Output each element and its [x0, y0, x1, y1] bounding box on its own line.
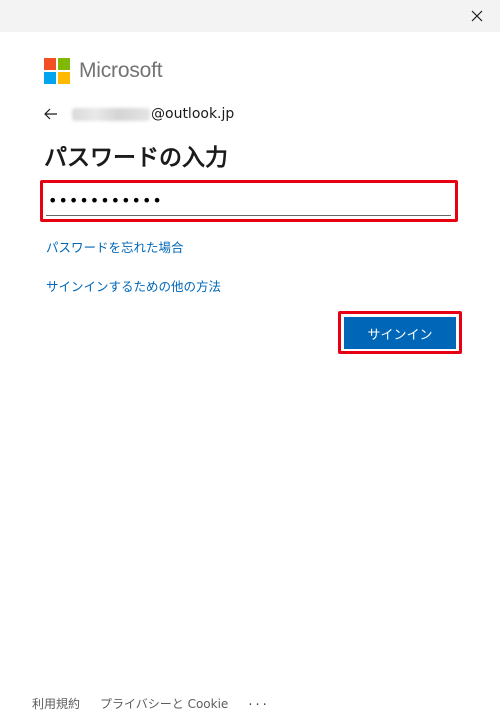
- sign-in-button[interactable]: サインイン: [344, 317, 456, 349]
- email-domain: @outlook.jp: [151, 106, 235, 122]
- back-button[interactable]: [44, 104, 64, 124]
- more-options-button[interactable]: ...: [248, 694, 269, 709]
- brand-name: Microsoft: [79, 59, 163, 82]
- page-title: パスワードの入力: [44, 145, 228, 171]
- microsoft-logo-icon: [44, 58, 70, 84]
- other-sign-in-options-link[interactable]: サインインするための他の方法: [46, 276, 221, 295]
- terms-of-use-link[interactable]: 利用規約: [32, 695, 80, 712]
- privacy-cookies-link[interactable]: プライバシーと Cookie: [100, 695, 228, 712]
- masked-username: [72, 107, 150, 121]
- close-button[interactable]: [454, 0, 500, 32]
- footer: 利用規約 プライバシーと Cookie ...: [32, 694, 270, 712]
- password-field[interactable]: [46, 186, 451, 216]
- account-identity: @outlook.jp: [44, 104, 234, 124]
- arrow-left-icon: [44, 108, 57, 120]
- close-icon: [471, 10, 483, 22]
- microsoft-logo: Microsoft: [44, 58, 163, 84]
- title-bar: [0, 0, 500, 32]
- forgot-password-link[interactable]: パスワードを忘れた場合: [46, 237, 184, 256]
